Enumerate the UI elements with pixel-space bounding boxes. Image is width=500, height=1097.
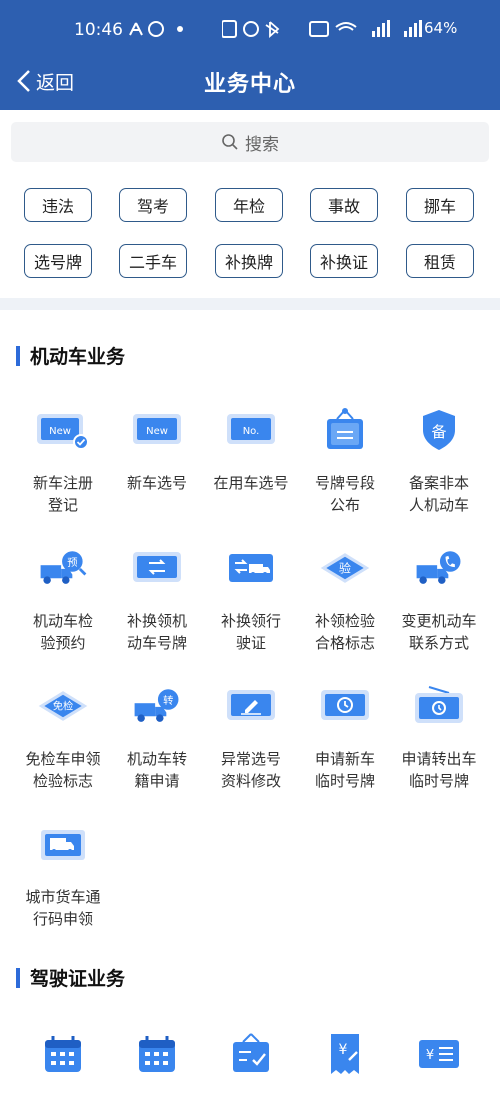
- service-label: 补领检验 合格标志: [314, 612, 375, 652]
- service-new-car-number-select[interactable]: New 新车选号: [109, 402, 205, 494]
- search-placeholder: 搜索: [245, 134, 279, 155]
- service-label: 异常选号 资料修改: [220, 750, 281, 790]
- tag-2[interactable]: 年检: [215, 188, 283, 222]
- service-label: 补换领机 动车号牌: [126, 612, 187, 652]
- temp-plate-clock-icon: [317, 678, 373, 734]
- shield-record-icon: 备: [411, 402, 467, 458]
- calendar-icon: [129, 1026, 185, 1082]
- svg-text:预: 预: [67, 557, 77, 569]
- service-license-exchange[interactable]: 补换领行 驶证: [203, 540, 299, 654]
- inspection-diamond-icon: 验: [317, 540, 373, 596]
- tag-4[interactable]: 挪车: [406, 188, 474, 222]
- service-label: 变更机动车 联系方式: [401, 612, 477, 652]
- driver-service-0[interactable]: [15, 1026, 111, 1082]
- search-icon: [222, 134, 238, 150]
- section-marker: [16, 967, 20, 988]
- service-label: 号牌号段 公布: [314, 474, 375, 514]
- service-label: 机动车转 籍申请: [126, 750, 187, 790]
- status-time: 10:46: [74, 20, 123, 40]
- calendar-icon: [35, 1026, 91, 1082]
- plate-edit-icon: [223, 678, 279, 734]
- svg-text:¥: ¥: [339, 1042, 348, 1058]
- tag-1[interactable]: 驾考: [119, 188, 187, 222]
- service-new-car-registration[interactable]: New 新车注册 登记: [15, 402, 111, 516]
- truck-transfer-icon: 转: [129, 678, 185, 734]
- svg-text:验: 验: [339, 561, 351, 576]
- section-title-motor: 机动车业务: [16, 342, 125, 369]
- service-label: 补换领行 驶证: [220, 612, 281, 652]
- checklist-sign-icon: [223, 1026, 279, 1082]
- service-abnormal-select-edit[interactable]: 异常选号 资料修改: [203, 678, 299, 792]
- status-bar: 10:46 64%: [0, 14, 500, 50]
- service-inspection-mark-reissue[interactable]: 验 补领检验 合格标志: [297, 540, 393, 654]
- service-plate-range-announce[interactable]: 号牌号段 公布: [297, 402, 393, 516]
- service-label: 机动车检 验预约: [32, 612, 93, 652]
- cargo-truck-icon: [35, 816, 91, 872]
- notification-icons: [128, 20, 196, 41]
- service-change-contact[interactable]: 变更机动车 联系方式: [391, 540, 487, 654]
- section-title-motor-text: 机动车业务: [30, 346, 126, 368]
- service-transfer-temp-plate[interactable]: 申请转出车 临时号牌: [391, 678, 487, 792]
- temp-plate-radio-icon: [411, 678, 467, 734]
- service-new-car-temp-plate[interactable]: 申请新车 临时号牌: [297, 678, 393, 792]
- nav-bar: 返回 业务中心: [0, 58, 500, 102]
- license-exchange-icon: [223, 540, 279, 596]
- svg-text:¥: ¥: [426, 1048, 434, 1063]
- tag-8[interactable]: 补换证: [310, 244, 378, 278]
- service-label: 城市货车通 行码申领: [25, 888, 101, 928]
- new-plate-icon: New: [129, 402, 185, 458]
- truck-appointment-icon: 预: [35, 540, 91, 596]
- app-header: 10:46 64% 返回 业务中心: [0, 0, 500, 110]
- section-divider: [0, 298, 500, 310]
- service-label: 在用车选号: [213, 474, 289, 492]
- tag-9[interactable]: 租赁: [406, 244, 474, 278]
- tag-7[interactable]: 补换牌: [215, 244, 283, 278]
- search-bar[interactable]: 搜索: [11, 122, 489, 162]
- svg-text:New: New: [49, 426, 71, 437]
- driver-service-3[interactable]: ¥: [297, 1026, 393, 1082]
- plate-exchange-icon: [129, 540, 185, 596]
- svg-text:New: New: [146, 426, 168, 437]
- service-vehicle-transfer[interactable]: 转 机动车转 籍申请: [109, 678, 205, 792]
- service-label: 申请转出车 临时号牌: [401, 750, 477, 790]
- service-label: 备案非本 人机动车: [408, 474, 469, 514]
- page-title: 业务中心: [203, 72, 296, 97]
- service-label: 新车选号: [126, 474, 187, 492]
- service-city-cargo-pass[interactable]: 城市货车通 行码申领: [15, 816, 111, 930]
- svg-text:备: 备: [431, 423, 446, 441]
- new-plate-check-icon: New: [35, 402, 91, 458]
- service-label: 申请新车 临时号牌: [314, 750, 375, 790]
- section-title-driver-text: 驾驶证业务: [30, 968, 126, 990]
- section-title-driver: 驾驶证业务: [16, 964, 125, 991]
- tag-3[interactable]: 事故: [310, 188, 378, 222]
- service-inspection-appointment[interactable]: 预 机动车检 验预约: [15, 540, 111, 654]
- tag-6[interactable]: 二手车: [119, 244, 187, 278]
- svg-text:转: 转: [163, 694, 173, 707]
- svg-text:No.: No.: [243, 426, 260, 437]
- tag-5[interactable]: 选号牌: [24, 244, 92, 278]
- no-plate-icon: No.: [223, 402, 279, 458]
- truck-phone-icon: [411, 540, 467, 596]
- exempt-diamond-icon: 免检: [35, 678, 91, 734]
- service-in-use-number-select[interactable]: No. 在用车选号: [203, 402, 299, 494]
- section-marker: [16, 345, 20, 366]
- service-label: 免检车申领 检验标志: [25, 750, 101, 790]
- tag-0[interactable]: 违法: [24, 188, 92, 222]
- yuan-list-icon: ¥: [411, 1026, 467, 1082]
- driver-service-1[interactable]: [109, 1026, 205, 1082]
- service-label: 新车注册 登记: [32, 474, 93, 514]
- driver-service-2[interactable]: [203, 1026, 299, 1082]
- service-plate-exchange[interactable]: 补换领机 动车号牌: [109, 540, 205, 654]
- driver-service-4[interactable]: ¥: [391, 1026, 487, 1082]
- service-record-other-vehicle[interactable]: 备 备案非本 人机动车: [391, 402, 487, 516]
- battery-indicator: 64%: [424, 19, 458, 37]
- receipt-yuan-icon: ¥: [317, 1026, 373, 1082]
- svg-text:免检: 免检: [53, 700, 74, 713]
- hanging-sign-icon: [317, 402, 373, 458]
- service-exempt-mark-apply[interactable]: 免检 免检车申领 检验标志: [15, 678, 111, 792]
